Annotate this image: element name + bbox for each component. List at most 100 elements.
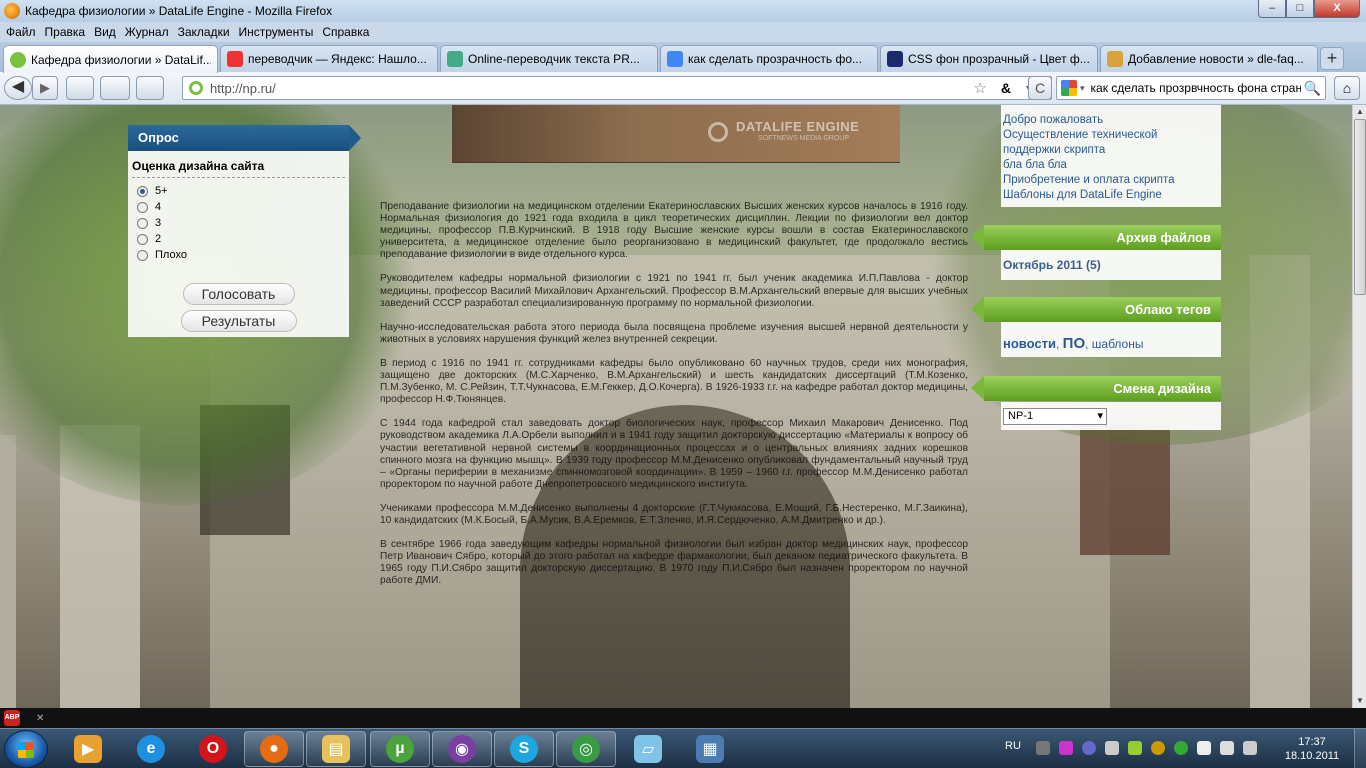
design-select[interactable]: NP-1 (1003, 408, 1107, 425)
search-input[interactable]: как сделать прозрвчность фона стран (1091, 81, 1301, 95)
tab-label: Кафедра физиологии » DataLif... (31, 52, 211, 67)
tag-link[interactable]: шаблоны (1092, 337, 1144, 351)
tab-yandex[interactable]: переводчик — Яндекс: Нашло... (220, 45, 438, 72)
article-paragraph: С 1944 года кафедрой стал заведовать док… (380, 418, 968, 490)
radio-button[interactable] (137, 201, 148, 213)
maximize-button[interactable]: □ (1286, 0, 1314, 18)
utorrent-icon[interactable]: µ (370, 731, 430, 767)
menu-edit[interactable]: Правка (45, 25, 86, 39)
search-icon[interactable]: 🔍 (1304, 80, 1321, 97)
ie-glyph: e (137, 735, 165, 763)
network-icon[interactable] (1197, 741, 1211, 755)
radio-button[interactable] (137, 185, 148, 197)
poll-option-label: 5+ (155, 185, 168, 197)
close-button[interactable]: X (1314, 0, 1360, 18)
menu-bookmarks[interactable]: Закладки (178, 25, 230, 39)
search-bar[interactable]: ▾ как сделать прозрвчность фона стран 🔍 (1056, 76, 1326, 100)
tray-icon[interactable] (1151, 741, 1165, 755)
poll-option[interactable]: Плохо (132, 247, 345, 263)
tag-link[interactable]: ПО (1063, 335, 1085, 352)
poll-option[interactable]: 2 (132, 231, 345, 247)
poll-option[interactable]: 5+ (132, 183, 345, 199)
sidebar-link[interactable]: бла бла бла (1003, 158, 1221, 173)
scroll-up-icon[interactable]: ▲ (1353, 105, 1366, 119)
start-button[interactable] (4, 730, 48, 768)
explorer-glyph: ▤ (322, 735, 350, 763)
minimize-button[interactable]: – (1258, 0, 1286, 18)
tab-dle-faq[interactable]: Добавление новости » dle-faq... (1100, 45, 1318, 72)
menu-tools[interactable]: Инструменты (239, 25, 314, 39)
language-indicator[interactable]: RU (1005, 740, 1021, 752)
new-tab-button[interactable]: + (1320, 47, 1344, 70)
menu-bar: Файл Правка Вид Журнал Закладки Инструме… (0, 22, 1366, 42)
faq-icon (1107, 51, 1123, 67)
archive-item[interactable]: Октябрь 2011 (5) (1001, 250, 1221, 280)
tab-css[interactable]: CSS фон прозрачный - Цвет ф... (880, 45, 1098, 72)
firefox-icon[interactable]: ● (244, 731, 304, 767)
url-bar[interactable]: http://np.ru/ ☆ & ▾ (182, 76, 1052, 100)
clock[interactable]: 17:37 18.10.2011 (1282, 735, 1342, 763)
bookmark-star-icon[interactable]: ☆ (974, 79, 987, 97)
close-addon-bar-icon[interactable]: ✕ (36, 713, 44, 724)
tab-kafedra[interactable]: Кафедра физиологии » DataLif... (3, 45, 218, 73)
notepad-icon[interactable]: ▱ (618, 731, 678, 767)
tab-translator[interactable]: Online-переводчик текста PR... (440, 45, 658, 72)
menu-file[interactable]: Файл (6, 25, 36, 39)
vertical-scrollbar[interactable]: ▲ ▼ (1352, 105, 1366, 708)
poll-option-label: Плохо (155, 249, 187, 261)
tray-icon[interactable] (1082, 741, 1096, 755)
toolbar-button-2[interactable] (100, 76, 130, 100)
poll-option[interactable]: 4 (132, 199, 345, 215)
adblock-icon[interactable]: ABP (4, 710, 20, 726)
toolbar-button-3[interactable] (136, 76, 164, 100)
sidebar-link[interactable]: Шаблоны для DataLife Engine (1003, 188, 1221, 203)
poll-body: Оценка дизайна сайта 5+ 4 3 2 Плохо Голо… (128, 151, 349, 337)
radio-button[interactable] (137, 249, 148, 261)
radio-button[interactable] (137, 217, 148, 229)
skype-icon[interactable]: S (494, 731, 554, 767)
home-button[interactable]: ⌂ (1334, 76, 1360, 100)
tray-icon[interactable] (1036, 741, 1050, 755)
show-desktop-button[interactable] (1354, 729, 1366, 768)
sidebar-link[interactable]: Добро пожаловать (1003, 113, 1221, 128)
radio-button[interactable] (137, 233, 148, 245)
results-button[interactable]: Результаты (180, 310, 297, 332)
flag-icon[interactable] (1243, 741, 1257, 755)
menu-help[interactable]: Справка (322, 25, 369, 39)
menu-view[interactable]: Вид (94, 25, 116, 39)
search-engine-dropdown-icon[interactable]: ▾ (1080, 83, 1085, 94)
tray-icon[interactable] (1128, 741, 1142, 755)
chrome-icon[interactable]: ◎ (556, 731, 616, 767)
tag-link[interactable]: новости (1003, 336, 1056, 351)
sidebar-link[interactable]: поддержки скрипта (1003, 143, 1221, 158)
menu-history[interactable]: Журнал (125, 25, 169, 39)
opera-icon[interactable]: O (183, 731, 243, 767)
tray-icon[interactable] (1059, 741, 1073, 755)
vote-button[interactable]: Голосовать (182, 283, 295, 305)
window-title-bar: Кафедра физиологии » DataLife Engine - M… (0, 0, 1366, 22)
back-button[interactable]: ◀ (4, 76, 32, 100)
media-player-icon[interactable]: ▶ (58, 731, 118, 767)
sidebar-link[interactable]: Приобретение и оплата скрипта (1003, 173, 1221, 188)
tor-icon[interactable]: ◉ (432, 731, 492, 767)
control-panel-icon[interactable]: ▦ (680, 731, 740, 767)
scrollbar-thumb[interactable] (1354, 119, 1366, 295)
poll-option[interactable]: 3 (132, 215, 345, 231)
ie-icon[interactable]: e (121, 731, 181, 767)
volume-icon[interactable] (1220, 741, 1234, 755)
tray-icon[interactable] (1174, 741, 1188, 755)
scroll-down-icon[interactable]: ▼ (1353, 694, 1366, 708)
tag-separator: , (1085, 337, 1092, 351)
google-icon[interactable] (1061, 80, 1077, 96)
explorer-icon[interactable]: ▤ (306, 731, 366, 767)
site-identity-icon[interactable] (189, 81, 203, 95)
sidebar-link[interactable]: Осуществление технической (1003, 128, 1221, 143)
toolbar-button-1[interactable] (66, 76, 94, 100)
forward-button[interactable]: ▶ (32, 76, 58, 100)
url-text[interactable]: http://np.ru/ (210, 81, 276, 96)
article-text: Преподавание физиологии на медицинском о… (380, 201, 968, 599)
reload-button[interactable]: C (1028, 76, 1052, 100)
tray-icon[interactable] (1105, 741, 1119, 755)
addon-amp-icon[interactable]: & (1001, 80, 1011, 96)
tab-google[interactable]: как сделать прозрачность фо... (660, 45, 878, 72)
